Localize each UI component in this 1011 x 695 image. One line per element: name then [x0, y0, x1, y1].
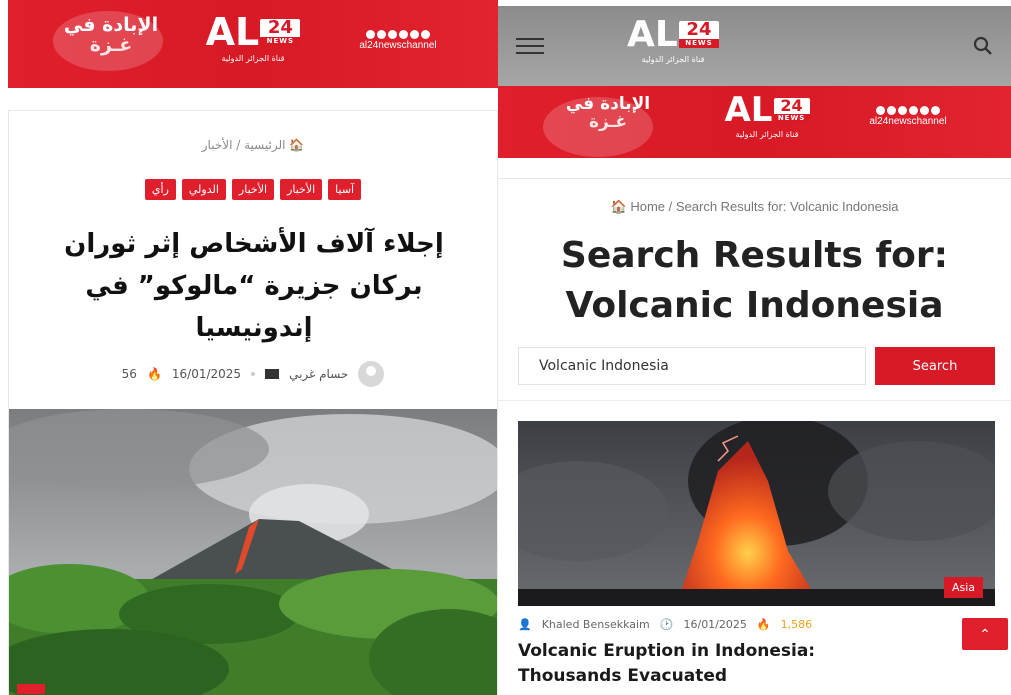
- search-button[interactable]: Search: [875, 347, 995, 385]
- article-meta: حسام غربي 16/01/2025 🔥 56: [9, 361, 497, 387]
- al24-logo[interactable]: AL 24 NEWS قناة الجزائر الدولية: [198, 10, 308, 63]
- al24-logo[interactable]: AL 24 NEWS قناة الجزائر الدولية: [618, 14, 728, 64]
- logo-news: NEWS: [773, 113, 810, 123]
- page-title: Search Results for: Volcanic Indonesia: [498, 231, 1011, 331]
- category-badge[interactable]: Asia: [943, 577, 983, 598]
- breadcrumb-text[interactable]: Home / Search Results for: Volcanic Indo…: [630, 199, 898, 214]
- logo-al: AL: [724, 90, 773, 130]
- gaza-line-1: الإبادة في: [63, 14, 159, 36]
- instagram-icon[interactable]: [388, 30, 397, 39]
- result-thumbnail[interactable]: [518, 421, 995, 606]
- facebook-icon[interactable]: [366, 30, 375, 39]
- view-count: 56: [121, 367, 137, 381]
- logo-badge: 24 NEWS: [773, 95, 810, 123]
- logo-news: NEWS: [260, 36, 301, 46]
- chevron-up-icon: ⌃: [979, 625, 991, 642]
- right-screenshot: AL 24 NEWS قناة الجزائر الدولية الإبادة …: [498, 0, 1011, 695]
- youtube-icon[interactable]: [920, 106, 929, 115]
- logo-subtitle: قناة الجزائر الدولية: [221, 54, 285, 63]
- breadcrumb: 🏠 الرئيسية / الأخبار: [9, 138, 497, 152]
- gaza-campaign-badge[interactable]: الإبادة في غـزة: [56, 14, 166, 56]
- logo-al: AL: [627, 14, 678, 55]
- page-title-line-2: Volcanic Indonesia: [565, 285, 944, 326]
- back-to-top-button[interactable]: ⌃: [962, 618, 1008, 650]
- logo-al: AL: [205, 10, 260, 54]
- article-hero-image: [9, 409, 497, 695]
- category-tag[interactable]: الدولي: [181, 179, 226, 200]
- header-banner: الإبادة في غـزة AL 24 NEWS قناة الجزائر …: [8, 0, 498, 88]
- social-links: al24newschannel: [343, 30, 453, 51]
- search-result-card: Asia 👤 Khaled Bensekkaim 🕑 16/01/2025 🔥 …: [498, 400, 1011, 695]
- result-title[interactable]: Volcanic Eruption in Indonesia: Thousand…: [518, 639, 898, 689]
- publish-date: 16/01/2025: [683, 618, 747, 631]
- youtube-icon[interactable]: [410, 30, 419, 39]
- logo-news: NEWS: [678, 39, 719, 48]
- result-meta: 👤 Khaled Bensekkaim 🕑 16/01/2025 🔥 1,586: [518, 618, 812, 631]
- logo-badge: 24 NEWS: [260, 16, 301, 46]
- corner-marker: [17, 684, 45, 694]
- search-section: 🏠 Home / Search Results for: Volcanic In…: [498, 178, 1011, 408]
- view-count: 1,586: [780, 618, 813, 631]
- category-tag[interactable]: الأخبار: [280, 179, 323, 200]
- logo-badge: 24 NEWS: [678, 19, 719, 48]
- author-icon: 👤: [518, 618, 532, 631]
- search-input[interactable]: Volcanic Indonesia: [518, 347, 866, 385]
- home-icon[interactable]: 🏠: [289, 138, 304, 152]
- x-icon[interactable]: [377, 30, 386, 39]
- category-tag[interactable]: الأخبار: [231, 179, 275, 200]
- menu-icon[interactable]: [516, 38, 544, 54]
- x-icon[interactable]: [887, 106, 896, 115]
- logo-number: 24: [780, 95, 803, 115]
- gaza-line-2: غـزة: [89, 33, 133, 56]
- logo-subtitle: قناة الجزائر الدولية: [735, 130, 799, 139]
- gaza-line-2: غـزة: [588, 111, 628, 132]
- left-screenshot: الإبادة في غـزة AL 24 NEWS قناة الجزائر …: [8, 0, 498, 695]
- top-navbar: AL 24 NEWS قناة الجزائر الدولية: [498, 6, 1011, 86]
- envelope-icon[interactable]: [265, 369, 280, 379]
- search-icon[interactable]: [973, 36, 993, 56]
- publish-date: 16/01/2025: [171, 367, 242, 381]
- separator-dot: [251, 372, 256, 376]
- telegram-icon[interactable]: [909, 106, 918, 115]
- logo-subtitle: قناة الجزائر الدولية: [641, 55, 705, 64]
- author-name[interactable]: Khaled Bensekkaim: [542, 618, 650, 631]
- breadcrumb: 🏠 Home / Search Results for: Volcanic In…: [498, 199, 1011, 215]
- category-tag[interactable]: رأي: [144, 179, 176, 200]
- category-tags: آسيا الأخبار الأخبار الدولي رأي: [9, 179, 497, 200]
- social-links: al24newschannel: [853, 106, 963, 127]
- fire-icon: 🔥: [756, 618, 771, 631]
- telegram-icon[interactable]: [399, 30, 408, 39]
- category-tag[interactable]: آسيا: [328, 179, 362, 200]
- breadcrumb-text[interactable]: الرئيسية / الأخبار: [202, 138, 286, 152]
- gaza-campaign-badge[interactable]: الإبادة في غـزة: [558, 95, 658, 132]
- clock-icon: 🕑: [659, 618, 674, 631]
- page-title-line-1: Search Results for:: [560, 235, 949, 276]
- article-card: 🏠 الرئيسية / الأخبار آسيا الأخبار الأخبا…: [8, 110, 498, 695]
- fire-icon: 🔥: [146, 367, 162, 381]
- home-icon[interactable]: 🏠: [611, 199, 627, 214]
- social-handle: al24newschannel: [869, 116, 947, 127]
- tiktok-icon[interactable]: [931, 106, 940, 115]
- article-title: إجلاء آلاف الأشخاص إثر ثوران بركان جزيرة…: [64, 229, 444, 343]
- author-name[interactable]: حسام غربي: [289, 367, 348, 381]
- tiktok-icon[interactable]: [421, 30, 430, 39]
- al24-logo[interactable]: AL 24 NEWS قناة الجزائر الدولية: [712, 90, 822, 139]
- header-banner: الإبادة في غـزة AL 24 NEWS قناة الجزائر …: [498, 86, 1011, 158]
- social-handle: al24newschannel: [359, 40, 437, 51]
- logo-number: 24: [267, 16, 293, 38]
- instagram-icon[interactable]: [898, 106, 907, 115]
- logo-number: 24: [686, 19, 712, 40]
- facebook-icon[interactable]: [876, 106, 885, 115]
- avatar[interactable]: [358, 361, 385, 387]
